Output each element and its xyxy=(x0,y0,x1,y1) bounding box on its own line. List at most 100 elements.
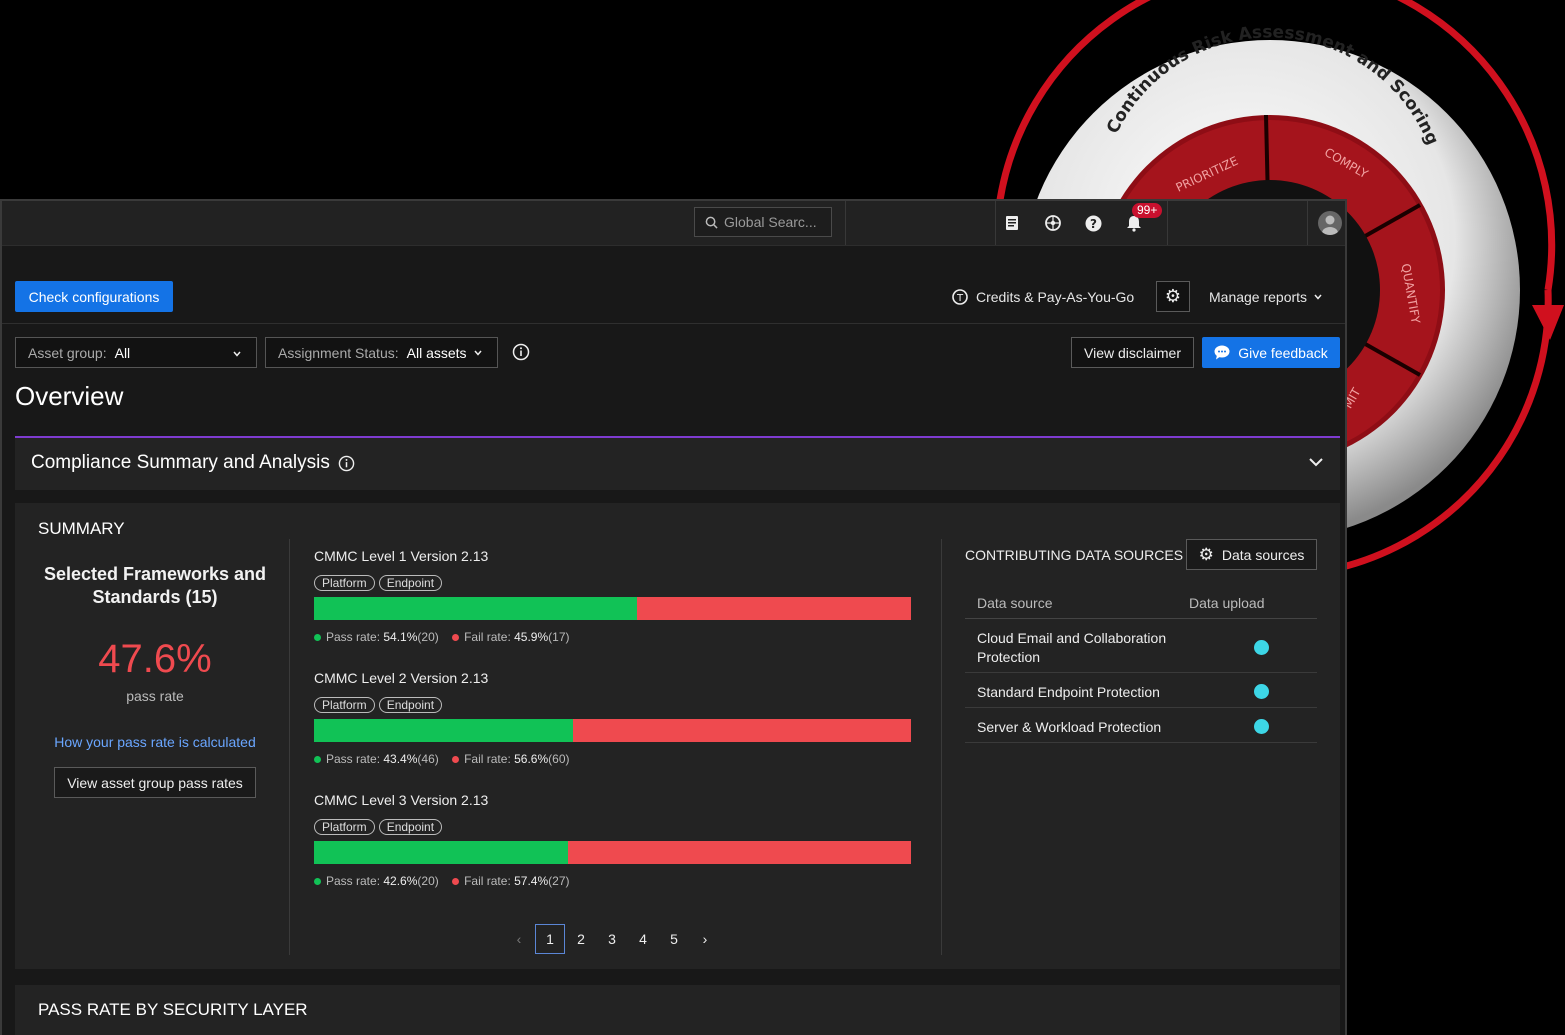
assignment-status-label: Assignment Status: xyxy=(278,344,399,361)
fail-label: Fail rate: xyxy=(464,752,511,766)
fail-count: (17) xyxy=(548,630,570,644)
view-asset-group-button[interactable]: View asset group pass rates xyxy=(54,767,256,798)
page-title: Overview xyxy=(15,381,124,411)
security-layer-heading: PASS RATE BY SECURITY LAYER xyxy=(38,1000,308,1019)
pass-dot-icon xyxy=(314,634,321,642)
tag-platform: Platform xyxy=(314,575,375,591)
tag-endpoint: Endpoint xyxy=(378,819,443,835)
pass-rate-calc-link[interactable]: How your pass rate is calculated xyxy=(38,734,272,750)
framework-legend: Pass rate: 54.1%(20) Fail rate: 45.9%(17… xyxy=(314,630,570,644)
credits-link[interactable]: T Credits & Pay-As-You-Go xyxy=(952,289,1134,305)
assignment-status-select[interactable]: Assignment Status: All assets xyxy=(265,337,498,368)
framework-pass-fail-bar xyxy=(314,597,911,620)
data-source-name: Standard Endpoint Protection xyxy=(977,684,1160,700)
chevron-down-icon xyxy=(1314,294,1322,300)
chevron-down-icon[interactable] xyxy=(1308,456,1324,468)
info-icon[interactable] xyxy=(338,455,355,472)
app-window: Global Searc... ? 99+ Check configuratio… xyxy=(0,199,1347,1035)
page-button[interactable]: 1 xyxy=(535,924,565,954)
pass-rate: 43.4% xyxy=(383,752,418,766)
fail-count: (27) xyxy=(548,874,570,888)
search-placeholder: Global Searc... xyxy=(724,214,817,230)
svg-text:?: ? xyxy=(1090,217,1097,231)
assignment-status-value: All assets xyxy=(406,344,467,361)
page-button[interactable]: 3 xyxy=(597,924,627,954)
framework-tags: Platform Endpoint xyxy=(314,818,446,836)
docs-icon[interactable] xyxy=(1002,213,1022,233)
view-disclaimer-button[interactable]: View disclaimer xyxy=(1071,337,1194,368)
pass-dot-icon xyxy=(314,878,321,886)
top-bar: Global Searc... ? 99+ xyxy=(2,201,1345,246)
fail-segment xyxy=(636,597,911,620)
framework-tags: Platform Endpoint xyxy=(314,696,446,714)
divider xyxy=(965,672,1317,673)
compliance-section-header[interactable]: Compliance Summary and Analysis xyxy=(15,436,1340,490)
global-search-input[interactable]: Global Searc... xyxy=(694,207,832,237)
help-icon[interactable]: ? xyxy=(1083,213,1103,233)
fail-rate: 57.4% xyxy=(514,874,549,888)
chevron-down-icon xyxy=(473,350,482,356)
divider xyxy=(2,323,1345,324)
pass-segment xyxy=(314,719,574,742)
framework-name: CMMC Level 1 Version 2.13 xyxy=(314,548,489,564)
asset-group-select[interactable]: Asset group: All xyxy=(15,337,257,368)
give-feedback-button[interactable]: Give feedback xyxy=(1202,337,1340,368)
divider xyxy=(965,707,1317,708)
framework-pass-fail-bar xyxy=(314,719,911,742)
page-button[interactable]: 5 xyxy=(659,924,689,954)
fail-rate: 45.9% xyxy=(514,630,549,644)
summary-heading: SUMMARY xyxy=(38,519,125,538)
credits-icon: T xyxy=(952,289,968,305)
asset-group-value: All xyxy=(114,344,131,361)
pass-segment xyxy=(314,841,569,864)
fail-rate: 56.6% xyxy=(514,752,549,766)
user-avatar[interactable] xyxy=(1318,211,1342,235)
fail-dot-icon xyxy=(452,756,460,764)
divider xyxy=(965,618,1317,619)
prev-page-button[interactable]: ‹ xyxy=(504,924,534,954)
upload-status-dot xyxy=(1254,719,1269,734)
security-layer-card: PASS RATE BY SECURITY LAYER xyxy=(15,985,1340,1035)
divider xyxy=(845,201,846,245)
info-icon[interactable] xyxy=(512,343,530,366)
pass-dot-icon xyxy=(314,756,321,764)
framework-tags: Platform Endpoint xyxy=(314,574,446,592)
column-header-source: Data source xyxy=(977,595,1053,611)
framework-name: CMMC Level 2 Version 2.13 xyxy=(314,670,489,686)
settings-button[interactable]: ⚙ xyxy=(1156,281,1190,312)
divider xyxy=(965,742,1317,743)
framework-legend: Pass rate: 43.4%(46) Fail rate: 56.6%(60… xyxy=(314,752,570,766)
asset-group-label: Asset group: xyxy=(28,344,107,361)
pass-count: (20) xyxy=(417,630,439,644)
divider xyxy=(289,539,290,955)
divider xyxy=(1307,201,1308,245)
tag-endpoint: Endpoint xyxy=(378,697,443,713)
svg-text:T: T xyxy=(956,293,964,304)
pass-label: Pass rate: xyxy=(326,874,381,888)
pass-segment xyxy=(314,597,637,620)
page-button[interactable]: 2 xyxy=(566,924,596,954)
pass-count: (20) xyxy=(417,874,439,888)
manage-reports-dropdown[interactable]: Manage reports xyxy=(1209,289,1323,305)
data-sources-button-label: Data sources xyxy=(1221,546,1305,563)
data-sources-button[interactable]: ⚙ Data sources xyxy=(1186,539,1317,570)
pass-rate: 42.6% xyxy=(383,874,418,888)
data-source-name: Server & Workload Protection xyxy=(977,719,1162,735)
chat-bubble-icon xyxy=(1214,345,1230,360)
pass-label: Pass rate: xyxy=(326,752,381,766)
notification-badge: 99+ xyxy=(1132,203,1163,218)
network-icon[interactable] xyxy=(1043,213,1063,233)
give-feedback-label: Give feedback xyxy=(1238,344,1328,361)
check-configurations-button[interactable]: Check configurations xyxy=(15,281,173,312)
framework-name: CMMC Level 3 Version 2.13 xyxy=(314,792,489,808)
gear-icon: ⚙ xyxy=(1164,286,1182,306)
pass-count: (46) xyxy=(417,752,439,766)
page-button[interactable]: 4 xyxy=(628,924,658,954)
section-title: Compliance Summary and Analysis xyxy=(31,452,330,473)
fail-dot-icon xyxy=(452,634,460,642)
fail-label: Fail rate: xyxy=(464,874,511,888)
tag-platform: Platform xyxy=(314,697,375,713)
divider xyxy=(941,539,942,955)
next-page-button[interactable]: › xyxy=(690,924,720,954)
upload-status-dot xyxy=(1254,640,1269,655)
